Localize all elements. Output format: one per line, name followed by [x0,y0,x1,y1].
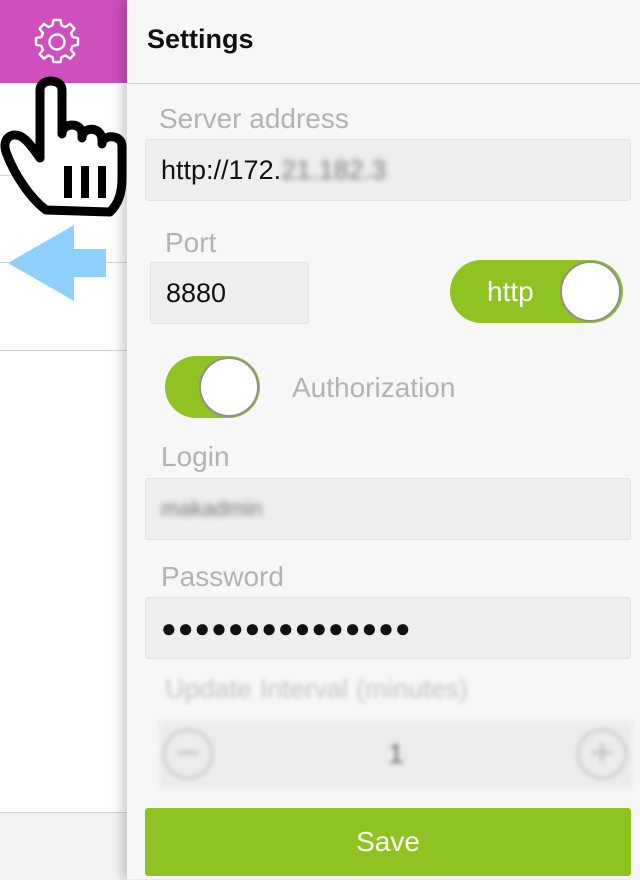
back-arrow-icon[interactable] [8,225,108,301]
authorization-toggle[interactable] [165,356,260,418]
password-input[interactable]: ●●●●●●●●●●●●●●● [145,597,631,659]
password-value: ●●●●●●●●●●●●●●● [161,612,412,643]
protocol-toggle[interactable]: http [450,260,623,323]
settings-tab[interactable] [0,0,127,83]
server-address-value: http://172. [161,154,282,185]
toggle-knob [560,261,621,322]
login-label: Login [161,441,230,472]
login-value: makadmin [161,496,263,521]
panel-header: Settings [127,0,640,84]
authorization-label: Authorization [292,372,456,403]
server-address-blurred-value: 21.182.3 [281,154,387,185]
port-label: Port [165,227,217,258]
pointing-hand-icon [0,76,127,217]
gear-icon [34,18,80,64]
login-input[interactable]: makadmin [145,478,631,540]
password-label: Password [161,561,284,592]
settings-panel: Settings Server address http://172. 21.18… [127,0,640,879]
page-title: Settings [147,24,254,54]
rail-bottom-bar [0,812,127,880]
save-button[interactable]: Save [145,808,631,876]
port-input[interactable]: 8880 [150,262,309,324]
port-value: 8880 [166,277,227,308]
update-interval-label: Update Interval (minutes) [165,674,469,704]
toggle-knob [199,357,259,417]
protocol-toggle-label: http [487,276,534,307]
update-interval-stepper[interactable]: − 1 + [159,720,633,790]
plus-icon[interactable]: + [577,729,627,779]
update-interval-section: Update Interval (minutes) − 1 + [145,668,633,798]
update-interval-value: 1 [388,738,404,769]
server-address-label: Server address [159,103,349,134]
rail-divider [0,350,127,351]
server-address-input[interactable]: http://172. 21.182.3 [145,139,631,201]
